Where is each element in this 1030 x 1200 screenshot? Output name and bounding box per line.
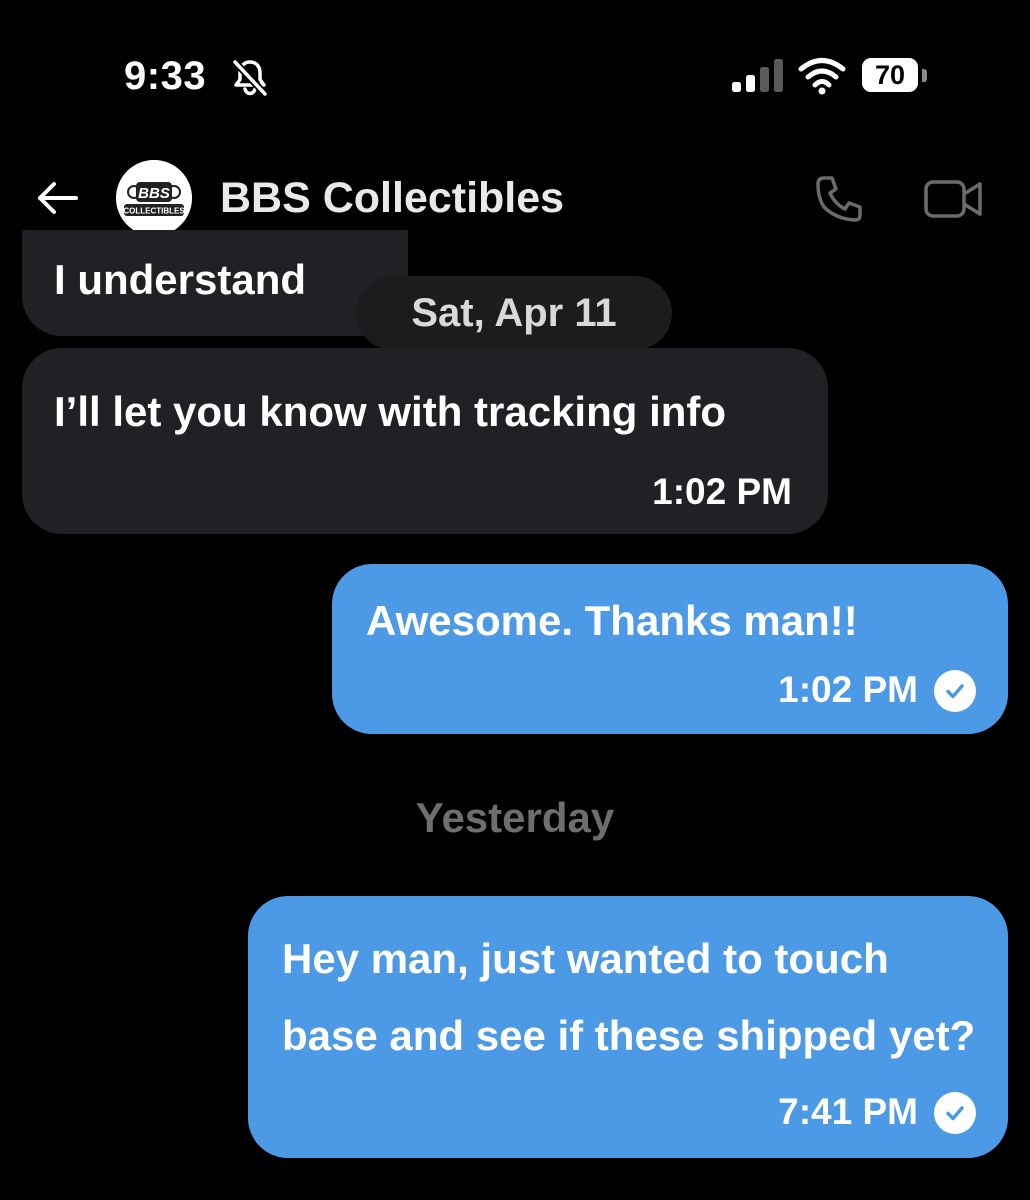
message-outgoing[interactable]: Awesome. Thanks man!! 1:02 PM	[332, 564, 1008, 734]
avatar-line1: BBS	[138, 185, 170, 202]
message-time: 1:02 PM	[652, 471, 792, 512]
day-divider: Yesterday	[415, 794, 615, 841]
signal-icon	[732, 59, 783, 92]
wifi-icon	[798, 58, 846, 95]
message-time: 1:02 PM	[778, 669, 918, 710]
sent-check-icon	[934, 670, 976, 712]
date-divider: Sat, Apr 11	[356, 276, 672, 350]
message-text: Awesome. Thanks man!!	[366, 597, 858, 644]
back-arrow-icon[interactable]	[30, 172, 86, 224]
battery-icon: 70	[862, 58, 928, 94]
contact-name[interactable]: BBS Collectibles	[220, 170, 564, 226]
video-icon[interactable]	[920, 172, 986, 226]
message-text: Hey man, just wanted to touch base and s…	[282, 935, 976, 1059]
bell-slash-icon	[232, 59, 268, 97]
bbs-logo-icon: BBS COLLECTIBLES	[116, 160, 192, 236]
message-text: I understand	[54, 256, 307, 303]
message-incoming[interactable]: I understand	[22, 230, 408, 336]
phone-icon[interactable]	[810, 170, 868, 228]
avatar-line2: COLLECTIBLES	[123, 207, 185, 216]
status-time: 9:33	[124, 54, 207, 98]
avatar[interactable]: BBS COLLECTIBLES	[116, 160, 192, 236]
message-outgoing[interactable]: Hey man, just wanted to touch base and s…	[248, 896, 1008, 1158]
message-text: I’ll let you know with tracking info	[54, 388, 727, 435]
sent-check-icon	[934, 1092, 976, 1134]
battery-level: 70	[862, 58, 918, 92]
message-incoming[interactable]: I’ll let you know with tracking info 1:0…	[22, 348, 828, 534]
message-time: 7:41 PM	[778, 1091, 918, 1132]
